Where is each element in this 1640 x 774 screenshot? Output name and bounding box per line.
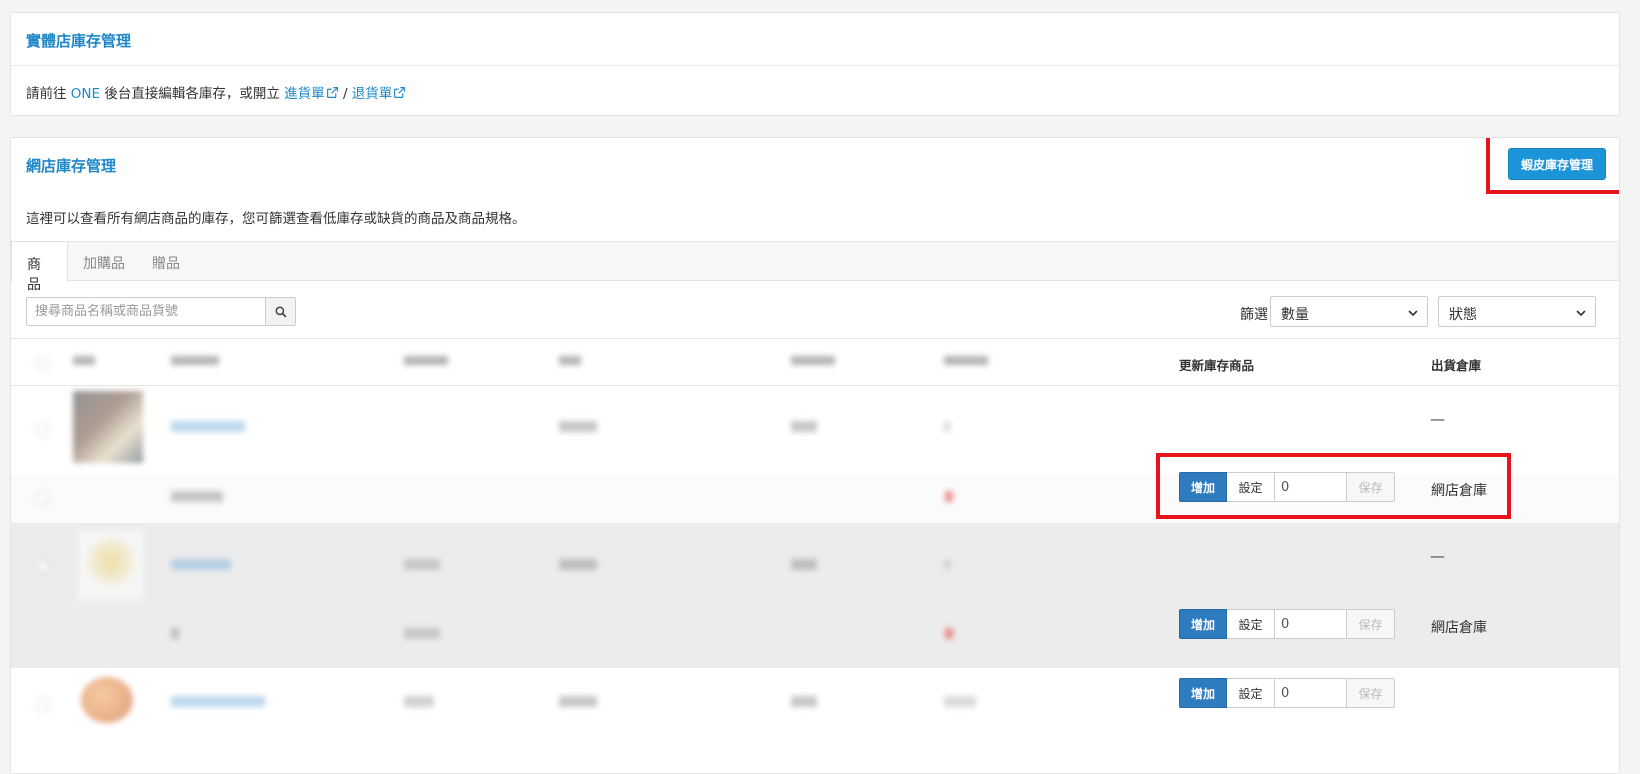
add-stock-button[interactable]: 增加 xyxy=(1179,472,1227,502)
product-thumbnail xyxy=(81,677,133,723)
filter-label: 篩選 xyxy=(1240,307,1268,323)
warehouse-value: — xyxy=(1430,410,1445,428)
blurred-cell xyxy=(944,696,976,707)
stock-update-control: 增加 設定 保存 xyxy=(1179,609,1395,639)
blurred-header xyxy=(944,356,988,365)
blurred-cell xyxy=(559,696,597,707)
save-stock-button[interactable]: 保存 xyxy=(1347,609,1395,639)
blurred-cell xyxy=(404,559,440,570)
shopee-stock-button[interactable]: 蝦皮庫存管理 xyxy=(1508,148,1606,180)
store-stock-panel: 實體店庫存管理 請前往 ONE 後台直接編輯各庫存，或開立 進貨單 / 退貨單 xyxy=(10,12,1620,116)
blurred-variant xyxy=(171,628,179,639)
warehouse-value: 網店倉庫 xyxy=(1431,483,1487,499)
set-stock-button[interactable]: 設定 xyxy=(1227,472,1275,502)
add-stock-button[interactable]: 增加 xyxy=(1179,609,1227,639)
blurred-header xyxy=(171,356,219,365)
online-stock-panel: 網店庫存管理 蝦皮庫存管理 這裡可以查看所有網店商品的庫存，您可篩選查看低庫存或… xyxy=(10,137,1620,774)
product-search xyxy=(26,297,296,326)
quantity-filter-value: 數量 xyxy=(1281,307,1309,323)
blurred-cell xyxy=(944,559,950,570)
warehouse-value: 網店倉庫 xyxy=(1431,620,1487,636)
quantity-filter-select[interactable]: 數量 xyxy=(1270,296,1428,327)
blurred-cell xyxy=(791,559,817,570)
status-filter-select[interactable]: 狀態 xyxy=(1438,296,1596,327)
blurred-header xyxy=(559,356,581,365)
tab-gifts[interactable]: 贈品 xyxy=(137,241,195,282)
blurred-header xyxy=(404,356,448,365)
blurred-cell xyxy=(944,421,950,432)
one-link[interactable]: ONE xyxy=(71,86,100,102)
obscured-product-columns xyxy=(21,338,1133,773)
search-icon xyxy=(275,306,286,317)
desc-prefix: 請前往 xyxy=(26,86,71,102)
blurred-cell xyxy=(404,628,440,639)
save-stock-button[interactable]: 保存 xyxy=(1347,472,1395,502)
row-checkbox xyxy=(36,492,49,505)
return-order-label: 退貨單 xyxy=(351,86,393,102)
inbound-order-link[interactable]: 進貨單 xyxy=(284,86,339,102)
link-separator: / xyxy=(338,86,352,102)
header-warehouse: 出貨倉庫 xyxy=(1431,358,1482,373)
stock-quantity-input[interactable] xyxy=(1275,472,1347,502)
blurred-header xyxy=(73,356,95,365)
blurred-variant xyxy=(171,491,223,502)
store-stock-description: 請前往 ONE 後台直接編輯各庫存，或開立 進貨單 / 退貨單 xyxy=(11,66,1619,102)
warehouse-value: — xyxy=(1430,547,1445,565)
blurred-stock-alert xyxy=(945,491,953,502)
set-stock-button[interactable]: 設定 xyxy=(1227,678,1275,708)
blurred-cell xyxy=(791,696,817,707)
row-checkbox xyxy=(36,423,49,436)
blurred-cell xyxy=(791,421,817,432)
status-filter-value: 狀態 xyxy=(1449,307,1477,323)
online-stock-description: 這裡可以查看所有網店商品的庫存，您可篩選查看低庫存或缺貨的商品及商品規格。 xyxy=(26,211,526,227)
chevron-down-icon xyxy=(1408,310,1418,317)
product-thumbnail xyxy=(79,530,143,600)
desc-mid: 後台直接編輯各庫存，或開立 xyxy=(100,86,285,102)
blurred-header xyxy=(791,356,835,365)
tab-add-on[interactable]: 加購品 xyxy=(68,241,140,282)
set-stock-button[interactable]: 設定 xyxy=(1227,609,1275,639)
stock-quantity-input[interactable] xyxy=(1275,678,1347,708)
header-update-stock: 更新庫存商品 xyxy=(1179,358,1255,373)
select-all-checkbox xyxy=(36,357,49,370)
product-thumbnail xyxy=(73,391,143,463)
inbound-order-label: 進貨單 xyxy=(284,86,325,102)
blurred-cell xyxy=(559,559,597,570)
blurred-cell xyxy=(404,696,434,707)
product-tabs: 商品 加購品 贈品 xyxy=(11,241,1619,293)
stock-update-control: 增加 設定 保存 xyxy=(1179,472,1395,502)
search-input[interactable] xyxy=(26,297,266,326)
blurred-product-name xyxy=(171,559,231,570)
save-stock-button[interactable]: 保存 xyxy=(1347,678,1395,708)
blurred-product-name xyxy=(171,696,265,707)
online-stock-title: 網店庫存管理 xyxy=(26,157,117,175)
row-checkbox xyxy=(36,560,49,573)
store-stock-title: 實體店庫存管理 xyxy=(11,13,1619,66)
return-order-link[interactable]: 退貨單 xyxy=(352,86,407,102)
stock-quantity-input[interactable] xyxy=(1275,609,1347,639)
blurred-product-name xyxy=(171,421,245,432)
external-link-icon xyxy=(394,87,406,98)
stock-table: 更新庫存商品 出貨倉庫 — 增加 設定 0 保存 網店倉庫 — 增加 設定 0 … xyxy=(11,338,1619,773)
add-stock-button[interactable]: 增加 xyxy=(1179,678,1227,708)
tab-products[interactable]: 商品 xyxy=(11,241,68,293)
external-link-icon xyxy=(326,87,338,98)
chevron-down-icon xyxy=(1576,310,1586,317)
row-checkbox xyxy=(36,698,49,711)
blurred-stock-alert xyxy=(945,628,953,639)
search-button[interactable] xyxy=(266,297,296,326)
stock-update-control: 增加 設定 保存 xyxy=(1179,678,1395,708)
blurred-cell xyxy=(559,421,597,432)
